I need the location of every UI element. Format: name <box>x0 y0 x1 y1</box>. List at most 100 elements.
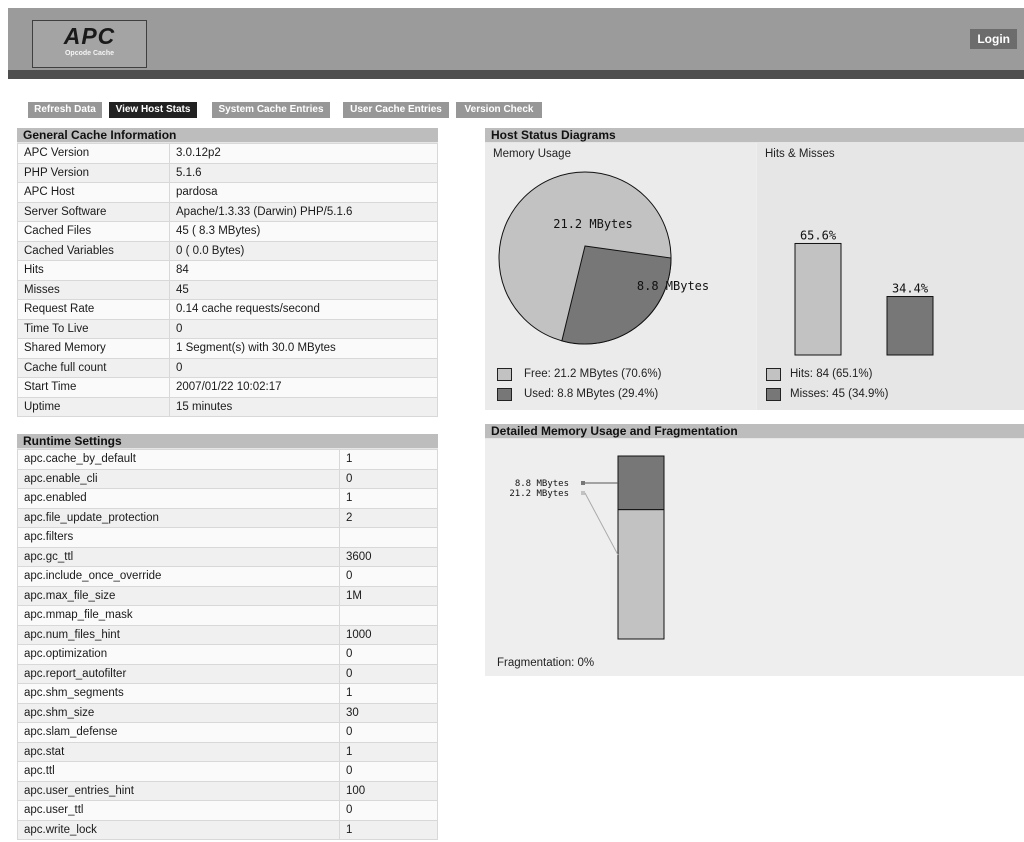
row-label: apc.enabled <box>17 488 340 509</box>
row-value: 30 <box>339 702 438 723</box>
pie-label-used: 8.8 MBytes <box>637 279 709 293</box>
general-info-row: Server Software Apache/1.3.33 (Darwin) PH… <box>17 201 438 222</box>
general-info-row: Request Rate 0.14 cache requests/second <box>17 299 438 320</box>
general-info-row: PHP Version 5.1.6 <box>17 162 438 183</box>
row-label: apc.num_files_hint <box>17 624 340 645</box>
free-legend-swatch <box>497 368 512 381</box>
runtime-setting-row: apc.shm_size 30 <box>17 702 438 723</box>
general-info-row: APC Version 3.0.12p2 <box>17 143 438 164</box>
row-value: 1000 <box>339 624 438 645</box>
row-label: apc.user_entries_hint <box>17 780 340 801</box>
free-legend-text: Free: 21.2 MBytes (70.6%) <box>524 368 662 380</box>
row-value: 0 <box>339 644 438 665</box>
row-value: 3.0.12p2 <box>169 143 438 164</box>
row-value: 1 <box>339 449 438 470</box>
runtime-setting-row: apc.optimization 0 <box>17 644 438 665</box>
general-info-row: Shared Memory 1 Segment(s) with 30.0 MByt… <box>17 338 438 359</box>
general-info-row: Hits 84 <box>17 260 438 281</box>
runtime-setting-row: apc.cache_by_default 1 <box>17 449 438 470</box>
runtime-setting-row: apc.gc_ttl 3600 <box>17 546 438 567</box>
logo-title: APC <box>63 23 116 49</box>
row-value: 1 <box>339 819 438 840</box>
row-value: 45 ( 8.3 MBytes) <box>169 221 438 242</box>
row-value: 1M <box>339 585 438 606</box>
general-info-row: Cache full count 0 <box>17 357 438 378</box>
logo-subtitle: Opcode Cache <box>64 50 114 57</box>
row-label: apc.write_lock <box>17 819 340 840</box>
row-label: Cache full count <box>17 357 170 378</box>
row-label: apc.shm_segments <box>17 683 340 704</box>
view-host-stats-button[interactable]: View Host Stats <box>109 102 197 118</box>
row-value: 0 <box>339 468 438 489</box>
runtime-setting-row: apc.slam_defense 0 <box>17 722 438 743</box>
runtime-setting-row: apc.include_once_override 0 <box>17 566 438 587</box>
row-value: 0 <box>339 800 438 821</box>
runtime-setting-row: apc.ttl 0 <box>17 761 438 782</box>
hits-misses-bar-chart: 65.6% 34.4% <box>794 228 934 356</box>
row-label: apc.cache_by_default <box>17 449 340 470</box>
runtime-setting-row: apc.num_files_hint 1000 <box>17 624 438 645</box>
bar-label-misses: 34.4% <box>892 282 929 296</box>
runtime-setting-row: apc.mmap_file_mask <box>17 605 438 626</box>
login-button[interactable]: Login <box>970 29 1017 49</box>
row-label: apc.ttl <box>17 761 340 782</box>
row-label: Time To Live <box>17 318 170 339</box>
row-label: apc.gc_ttl <box>17 546 340 567</box>
row-value: 1 <box>339 683 438 704</box>
refresh-data-button[interactable]: Refresh Data <box>28 102 102 118</box>
general-info-row: Cached Files 45 ( 8.3 MBytes) <box>17 221 438 242</box>
runtime-settings-title: Runtime Settings <box>17 434 438 449</box>
row-label: Cached Files <box>17 221 170 242</box>
row-value: 0 <box>339 663 438 684</box>
user-cache-entries-button[interactable]: User Cache Entries <box>343 102 449 118</box>
misses-legend-swatch <box>766 388 781 401</box>
runtime-setting-row: apc.filters <box>17 527 438 548</box>
header-divider <box>8 70 1024 79</box>
row-label: Server Software <box>17 201 170 222</box>
frag-connector-free <box>584 492 619 556</box>
version-check-button[interactable]: Version Check <box>456 102 542 118</box>
row-value: 15 minutes <box>169 396 438 417</box>
runtime-setting-row: apc.shm_segments 1 <box>17 683 438 704</box>
general-info-row: Cached Variables 0 ( 0.0 Bytes) <box>17 240 438 261</box>
row-value <box>339 527 438 548</box>
row-value: 1 Segment(s) with 30.0 MBytes <box>169 338 438 359</box>
row-value: 0 <box>169 357 438 378</box>
row-value: 0 <box>169 318 438 339</box>
bar-hits <box>794 242 842 356</box>
row-value: 5.1.6 <box>169 162 438 183</box>
runtime-setting-row: apc.enabled 1 <box>17 488 438 509</box>
row-value: 0 <box>339 761 438 782</box>
row-label: apc.mmap_file_mask <box>17 605 340 626</box>
frag-segment-free <box>617 509 665 640</box>
row-label: Shared Memory <box>17 338 170 359</box>
general-info-row: Start Time 2007/01/22 10:02:17 <box>17 377 438 398</box>
row-value: 0 <box>339 722 438 743</box>
system-cache-entries-button[interactable]: System Cache Entries <box>212 102 330 118</box>
row-value: 2007/01/22 10:02:17 <box>169 377 438 398</box>
row-label: APC Version <box>17 143 170 164</box>
general-cache-info-panel: General Cache Information APC Version 3.0… <box>17 128 438 417</box>
general-info-row: Uptime 15 minutes <box>17 396 438 417</box>
runtime-setting-row: apc.report_autofilter 0 <box>17 663 438 684</box>
frag-marker-free <box>581 491 585 495</box>
row-label: Cached Variables <box>17 240 170 261</box>
used-legend-swatch <box>497 388 512 401</box>
row-label: apc.stat <box>17 741 340 762</box>
row-value: 0 ( 0.0 Bytes) <box>169 240 438 261</box>
runtime-settings-panel: Runtime Settings apc.cache_by_default 1 ap… <box>17 434 438 840</box>
frag-segment-used <box>617 455 665 511</box>
general-info-row: Time To Live 0 <box>17 318 438 339</box>
row-label: APC Host <box>17 182 170 203</box>
runtime-setting-row: apc.max_file_size 1M <box>17 585 438 606</box>
row-value <box>339 605 438 626</box>
general-info-row: Misses 45 <box>17 279 438 300</box>
general-info-row: APC Host pardosa <box>17 182 438 203</box>
frag-label-used: 8.8 MBytes <box>515 479 569 489</box>
fragmentation-title: Detailed Memory Usage and Fragmentation <box>485 424 1024 439</box>
runtime-setting-row: apc.enable_cli 0 <box>17 468 438 489</box>
row-value: 2 <box>339 507 438 528</box>
header-bar: APC Opcode Cache Login <box>8 8 1024 70</box>
row-value: 0.14 cache requests/second <box>169 299 438 320</box>
pie-label-free: 21.2 MBytes <box>553 217 632 231</box>
